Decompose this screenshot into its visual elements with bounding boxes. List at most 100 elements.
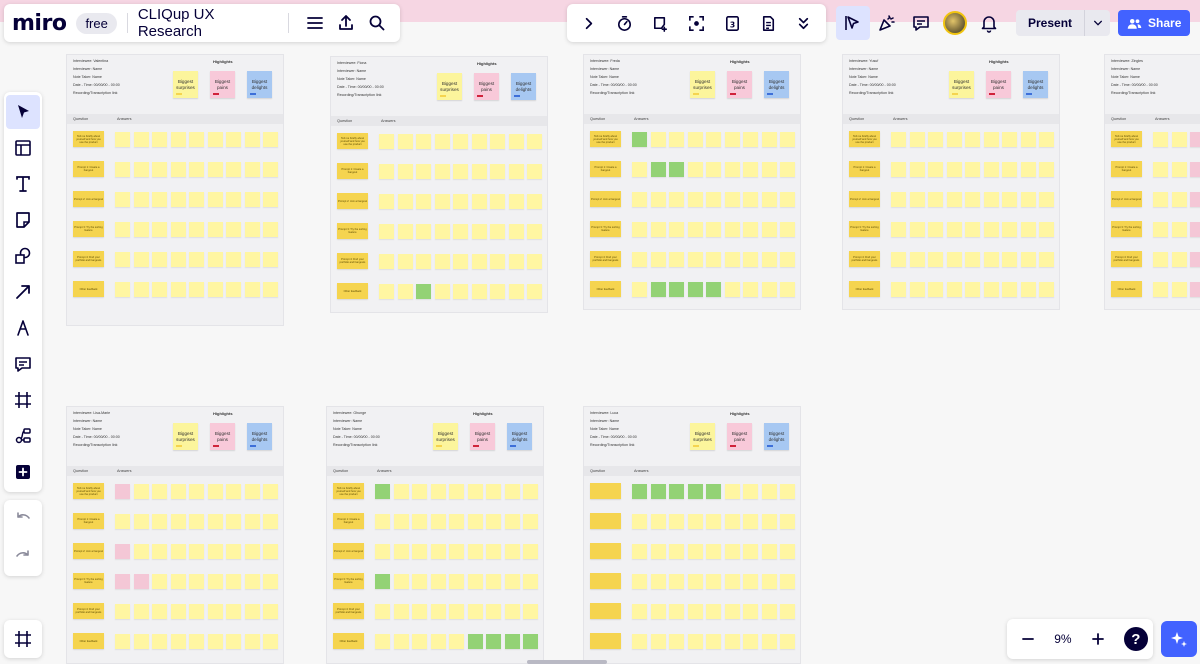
- answer-sticky[interactable]: [152, 604, 167, 619]
- answer-sticky[interactable]: [743, 132, 758, 147]
- highlight-pains-sticky[interactable]: Biggest pains: [470, 423, 495, 450]
- answer-sticky[interactable]: [928, 192, 943, 207]
- answer-sticky[interactable]: [965, 222, 980, 237]
- user-avatar-icon[interactable]: [938, 6, 972, 40]
- answer-sticky[interactable]: [226, 282, 241, 297]
- answer-sticky[interactable]: [170, 282, 186, 297]
- answer-sticky[interactable]: [946, 252, 962, 267]
- answer-sticky[interactable]: [743, 634, 758, 649]
- answer-sticky[interactable]: [244, 634, 260, 649]
- answer-sticky[interactable]: [152, 484, 167, 499]
- answer-sticky[interactable]: [397, 254, 413, 269]
- answer-sticky[interactable]: [375, 634, 390, 649]
- zoom-in-icon[interactable]: [1082, 623, 1114, 655]
- answer-sticky[interactable]: [263, 484, 278, 499]
- question-sticky[interactable]: Tell me briefly about yourself and how y…: [590, 131, 621, 147]
- question-sticky[interactable]: Prompt 3: Try the sorting feature: [73, 221, 104, 237]
- answer-sticky[interactable]: [724, 634, 740, 649]
- answer-sticky[interactable]: [207, 484, 223, 499]
- answer-sticky[interactable]: [504, 514, 520, 529]
- answer-sticky[interactable]: [508, 254, 524, 269]
- answer-sticky[interactable]: [761, 514, 777, 529]
- answer-sticky[interactable]: [650, 484, 666, 499]
- answer-sticky[interactable]: [263, 162, 278, 177]
- answer-sticky[interactable]: [133, 222, 149, 237]
- answer-sticky[interactable]: [453, 224, 468, 239]
- answer-sticky[interactable]: [687, 634, 703, 649]
- answer-sticky[interactable]: [508, 164, 524, 179]
- answer-sticky[interactable]: [133, 514, 149, 529]
- answer-sticky[interactable]: [207, 544, 223, 559]
- question-sticky[interactable]: [590, 633, 621, 649]
- answer-sticky[interactable]: [115, 544, 130, 559]
- answer-sticky[interactable]: [965, 282, 980, 297]
- answer-sticky[interactable]: [780, 484, 795, 499]
- answer-sticky[interactable]: [375, 574, 390, 589]
- answer-sticky[interactable]: [434, 194, 450, 209]
- reactions-icon[interactable]: [870, 6, 904, 40]
- answer-sticky[interactable]: [965, 162, 980, 177]
- answer-sticky[interactable]: [1190, 222, 1200, 237]
- answer-sticky[interactable]: [1002, 282, 1017, 297]
- answer-sticky[interactable]: [687, 604, 703, 619]
- answer-sticky[interactable]: [1039, 282, 1054, 297]
- answer-sticky[interactable]: [375, 544, 390, 559]
- ai-assist-button[interactable]: [1161, 621, 1197, 657]
- comment-icon[interactable]: [6, 347, 40, 381]
- notes-icon[interactable]: [753, 8, 783, 38]
- answer-sticky[interactable]: [244, 252, 260, 267]
- answer-sticky[interactable]: [983, 282, 999, 297]
- answer-sticky[interactable]: [909, 162, 925, 177]
- arrow-icon[interactable]: [6, 275, 40, 309]
- answer-sticky[interactable]: [761, 222, 777, 237]
- answer-sticky[interactable]: [170, 544, 186, 559]
- answer-sticky[interactable]: [1190, 162, 1200, 177]
- highlight-delights-sticky[interactable]: Biggest delights: [247, 423, 272, 450]
- answer-sticky[interactable]: [244, 192, 260, 207]
- answer-sticky[interactable]: [115, 514, 130, 529]
- question-sticky[interactable]: Tell me briefly about yourself and how y…: [73, 131, 104, 147]
- answer-sticky[interactable]: [412, 484, 427, 499]
- highlight-surprises-sticky[interactable]: Biggest surprises: [433, 423, 458, 450]
- answer-sticky[interactable]: [263, 604, 278, 619]
- text-icon[interactable]: [6, 167, 40, 201]
- answer-sticky[interactable]: [780, 192, 795, 207]
- question-sticky[interactable]: Other feedback: [333, 633, 364, 649]
- answer-sticky[interactable]: [504, 634, 520, 649]
- answer-sticky[interactable]: [780, 162, 795, 177]
- answer-sticky[interactable]: [189, 192, 204, 207]
- answer-sticky[interactable]: [115, 192, 130, 207]
- answer-sticky[interactable]: [152, 282, 167, 297]
- answer-sticky[interactable]: [724, 162, 740, 177]
- answer-sticky[interactable]: [375, 514, 390, 529]
- question-sticky[interactable]: Prompt 1: Create a hangout: [849, 161, 880, 177]
- question-sticky[interactable]: Tell me briefly about yourself and how y…: [333, 483, 364, 499]
- answer-sticky[interactable]: [486, 574, 501, 589]
- answer-sticky[interactable]: [244, 514, 260, 529]
- answer-sticky[interactable]: [946, 222, 962, 237]
- answer-sticky[interactable]: [650, 222, 666, 237]
- answer-sticky[interactable]: [133, 252, 149, 267]
- answer-sticky[interactable]: [632, 514, 647, 529]
- answer-sticky[interactable]: [244, 132, 260, 147]
- answer-sticky[interactable]: [189, 162, 204, 177]
- answer-sticky[interactable]: [152, 252, 167, 267]
- answer-sticky[interactable]: [761, 132, 777, 147]
- answer-sticky[interactable]: [379, 224, 394, 239]
- highlight-delights-sticky[interactable]: Biggest delights: [764, 71, 789, 98]
- answer-sticky[interactable]: [397, 164, 413, 179]
- answer-sticky[interactable]: [490, 254, 505, 269]
- answer-sticky[interactable]: [379, 134, 394, 149]
- question-sticky[interactable]: Prompt 1: Create a hangout: [73, 161, 104, 177]
- answer-sticky[interactable]: [449, 574, 464, 589]
- answer-sticky[interactable]: [743, 574, 758, 589]
- answer-sticky[interactable]: [891, 222, 906, 237]
- answer-sticky[interactable]: [226, 162, 241, 177]
- answer-sticky[interactable]: [706, 484, 721, 499]
- export-icon[interactable]: [330, 7, 361, 39]
- answer-sticky[interactable]: [706, 634, 721, 649]
- answer-sticky[interactable]: [375, 484, 390, 499]
- highlight-surprises-sticky[interactable]: Biggest surprises: [690, 71, 715, 98]
- answer-sticky[interactable]: [449, 634, 464, 649]
- answer-sticky[interactable]: [379, 164, 394, 179]
